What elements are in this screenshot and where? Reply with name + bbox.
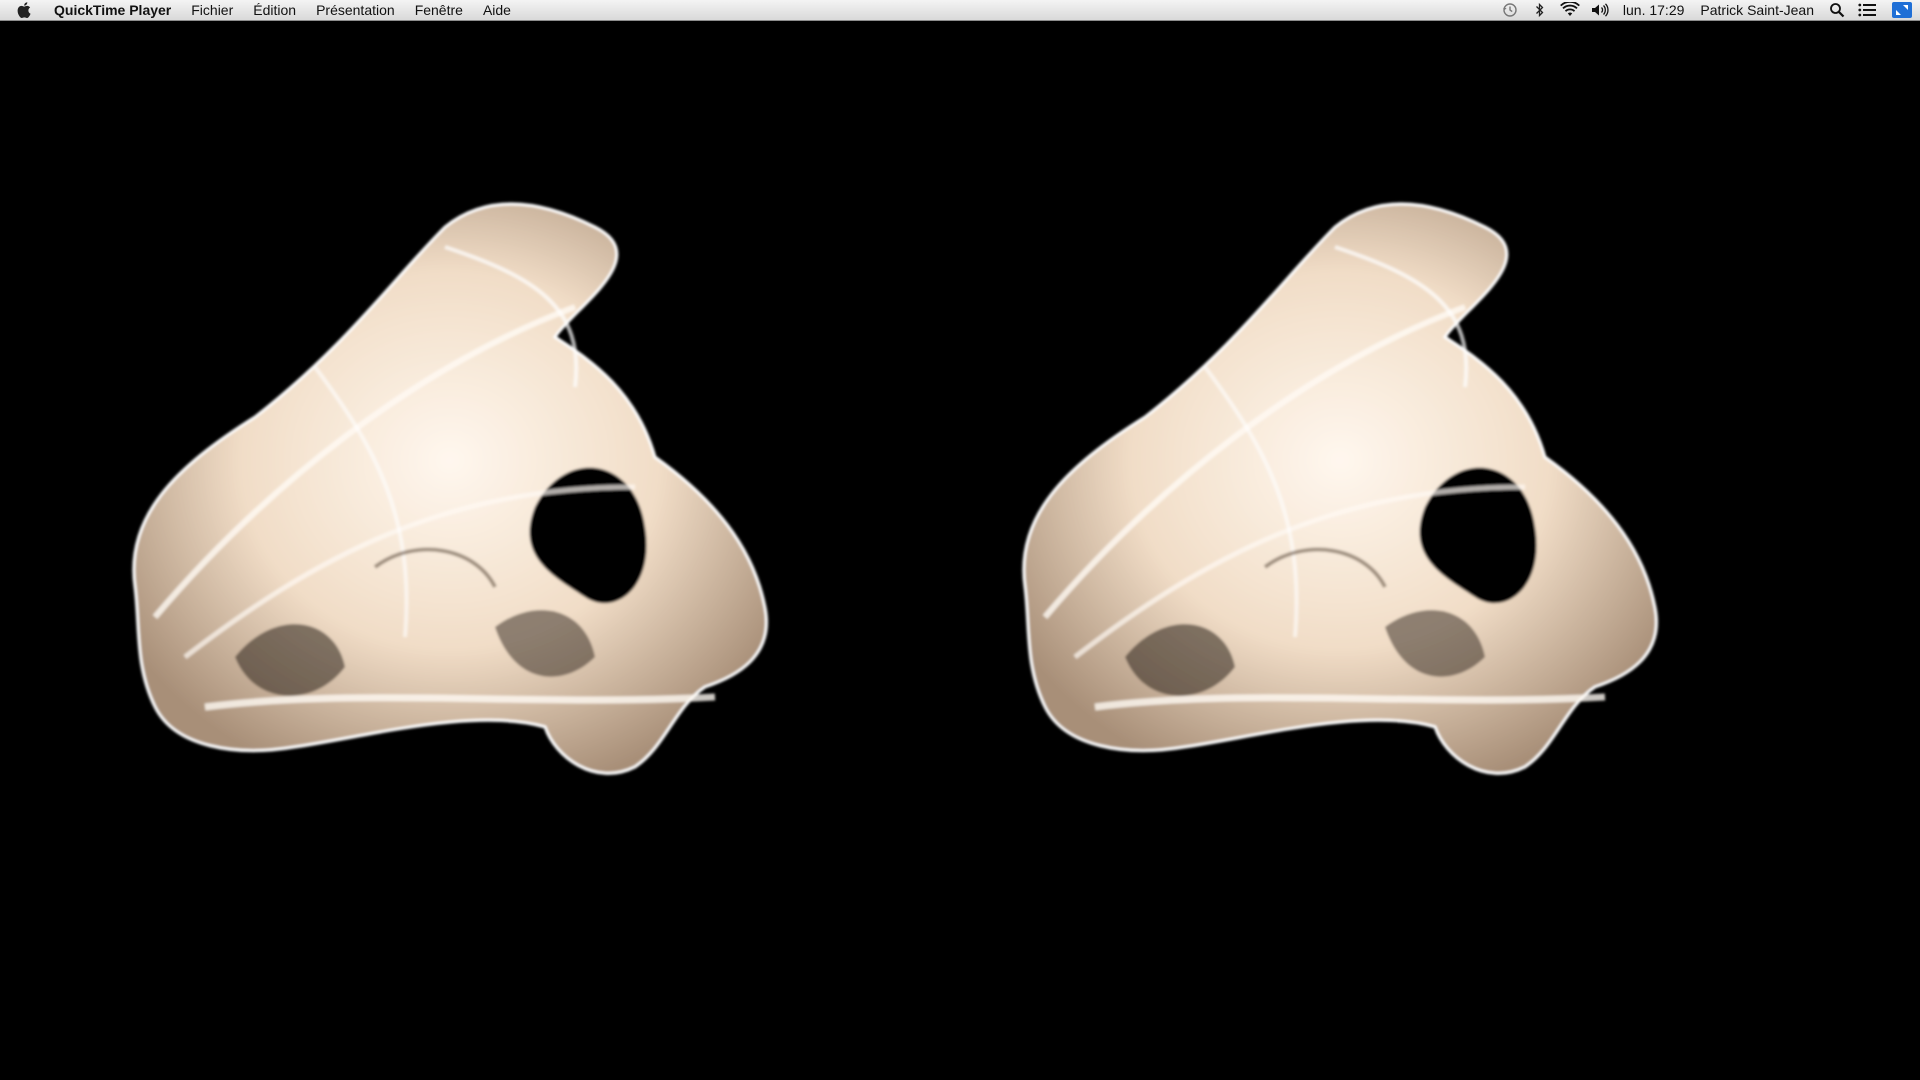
time-machine-icon[interactable] [1495,0,1525,21]
video-player[interactable] [0,22,1920,1080]
bluetooth-icon[interactable] [1525,0,1555,21]
video-frame-right [1022,202,1658,775]
apple-icon [17,2,31,18]
spotlight-icon[interactable] [1822,0,1852,21]
fullscreen-exit-icon[interactable] [1892,2,1912,18]
menu-fichier[interactable]: Fichier [181,0,243,21]
video-frame-left [132,202,768,775]
clock[interactable]: lun. 17:29 [1615,0,1693,21]
menu-bar-extras: lun. 17:29 Patrick Saint-Jean [1495,0,1920,20]
menu-presentation[interactable]: Présentation [306,0,405,21]
apple-menu[interactable] [0,0,48,21]
menu-aide[interactable]: Aide [473,0,521,21]
menu-edition[interactable]: Édition [243,0,306,21]
abstract-shape [1022,202,1658,775]
menu-bar-left: QuickTime Player Fichier Édition Présent… [0,0,521,20]
app-menu[interactable]: QuickTime Player [48,0,181,21]
wifi-icon[interactable] [1555,0,1585,21]
user-name[interactable]: Patrick Saint-Jean [1692,0,1822,21]
menu-bar: QuickTime Player Fichier Édition Présent… [0,0,1920,21]
notification-center-icon[interactable] [1852,0,1882,21]
menu-fenetre[interactable]: Fenêtre [405,0,473,21]
abstract-shape [132,202,768,775]
volume-icon[interactable] [1585,0,1615,21]
